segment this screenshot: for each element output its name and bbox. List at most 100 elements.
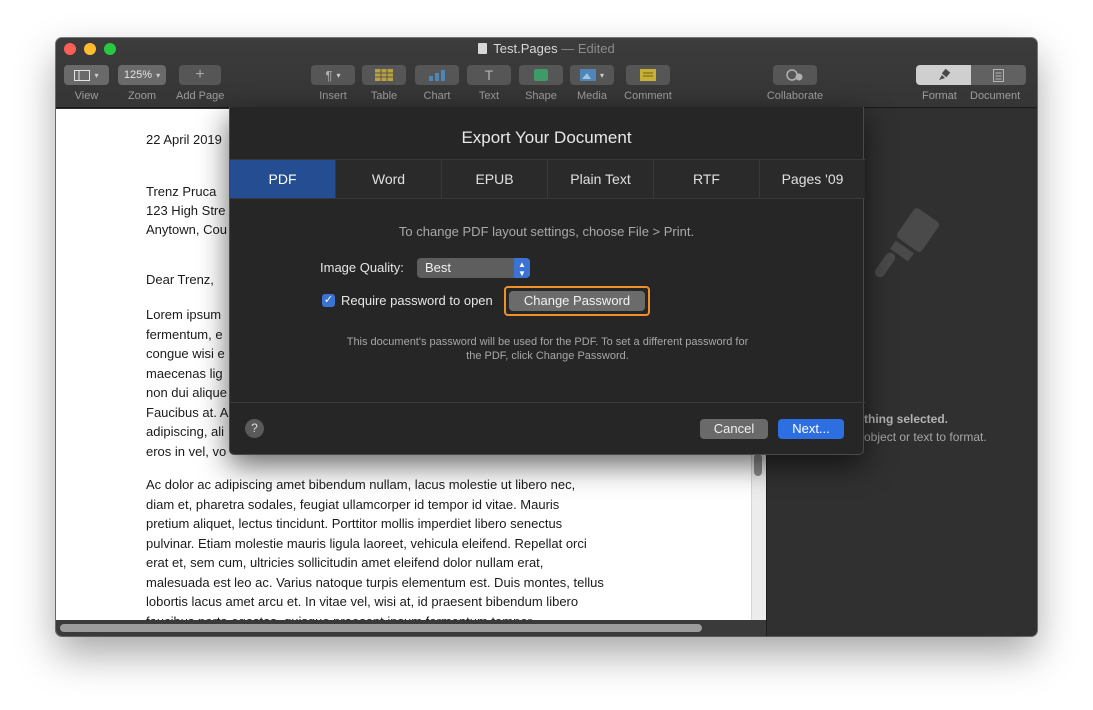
password-note-line-2: the PDF, click Change Password. bbox=[466, 350, 629, 362]
letter-address-line-1: Trenz Pruca bbox=[146, 184, 217, 199]
collaborate-label: Collaborate bbox=[766, 90, 824, 102]
chart-icon bbox=[429, 70, 445, 81]
password-note: This document's password will be used fo… bbox=[320, 335, 775, 363]
shape-icon bbox=[534, 69, 548, 81]
collaborate-button[interactable] bbox=[773, 65, 817, 85]
zoom-label: Zoom bbox=[127, 90, 157, 102]
collaborate-icon bbox=[786, 69, 803, 81]
horizontal-scrollbar-thumb[interactable] bbox=[60, 624, 702, 632]
text-line: fermentum, e bbox=[146, 326, 223, 342]
format-tab-button[interactable] bbox=[916, 65, 971, 85]
add-page-label: Add Page bbox=[176, 90, 225, 102]
nothing-selected-title: thing selected. bbox=[864, 412, 949, 426]
inspector-toggle bbox=[916, 65, 1026, 85]
password-note-line-1: This document's password will be used fo… bbox=[346, 336, 749, 348]
tab-plain-text[interactable]: Plain Text bbox=[548, 160, 654, 198]
document-icon bbox=[993, 68, 1004, 82]
next-button[interactable]: Next... bbox=[778, 419, 844, 439]
comment-label: Comment bbox=[624, 90, 672, 102]
zoom-value: 125% bbox=[123, 69, 153, 81]
toolbar-text[interactable]: T Text bbox=[467, 65, 511, 102]
toolbar-collaborate[interactable]: Collaborate bbox=[762, 65, 828, 102]
media-button[interactable]: ▾ bbox=[570, 65, 614, 85]
text-line: maecenas lig bbox=[146, 365, 223, 381]
chart-button[interactable] bbox=[415, 65, 459, 85]
letter-address-line-2: 123 High Stre bbox=[146, 203, 226, 218]
toolbar-chart[interactable]: Chart bbox=[415, 65, 459, 102]
toolbar-view[interactable]: ▾ View bbox=[64, 65, 109, 102]
shape-label: Shape bbox=[525, 90, 557, 102]
insert-label: Insert bbox=[319, 90, 347, 102]
chevron-down-icon: ▾ bbox=[94, 70, 99, 80]
text-line: pulvinar. Etiam molestie mauris ligula l… bbox=[146, 535, 587, 551]
dialog-divider bbox=[230, 402, 865, 403]
letter-date: 22 April 2019 bbox=[146, 132, 222, 147]
change-password-button[interactable]: Change Password bbox=[509, 291, 645, 311]
sidebar-icon bbox=[74, 69, 91, 81]
horizontal-scrollbar[interactable] bbox=[56, 620, 766, 636]
tab-word[interactable]: Word bbox=[336, 160, 442, 198]
require-password-label: Require password to open bbox=[341, 293, 493, 308]
document-tab-button[interactable] bbox=[971, 65, 1026, 85]
chart-label: Chart bbox=[423, 90, 451, 102]
help-button[interactable]: ? bbox=[245, 419, 264, 438]
toolbar-media[interactable]: ▾ Media bbox=[570, 65, 614, 102]
tab-rtf[interactable]: RTF bbox=[654, 160, 760, 198]
paintbrush-icon bbox=[874, 208, 940, 278]
toolbar-insert[interactable]: ¶ ▾ Insert bbox=[311, 65, 355, 102]
tab-pages-09[interactable]: Pages '09 bbox=[760, 160, 865, 198]
letter-paragraph-1: Lorem ipsum fermentum, e congue wisi e m… bbox=[146, 305, 228, 461]
text-line: adipiscing, ali bbox=[146, 424, 225, 439]
text-line: lobortis lacus amet arcu et. In vitae ve… bbox=[146, 594, 579, 609]
dialog-title: Export Your Document bbox=[461, 128, 632, 147]
tab-epub[interactable]: EPUB bbox=[442, 160, 548, 198]
export-dialog: Export Your Document PDF Word EPUB Plain… bbox=[229, 107, 865, 455]
text-line: diam et, pharetra sodales, feugiat ullam… bbox=[146, 496, 560, 512]
nothing-selected-hint: object or text to format. bbox=[864, 430, 987, 444]
checkmark-icon: ✓ bbox=[323, 294, 334, 306]
text-line: erat et, sem cum, ultricies sollicitudin… bbox=[146, 555, 544, 570]
window-title: Test.Pages — Edited bbox=[56, 41, 1037, 56]
letter-paragraph-2: Ac dolor ac adipiscing amet bibendum nul… bbox=[146, 475, 604, 631]
comment-icon bbox=[640, 69, 656, 81]
toolbar-comment[interactable]: Comment bbox=[623, 65, 673, 102]
add-page-button[interactable]: + bbox=[179, 65, 221, 85]
plus-icon: + bbox=[195, 66, 205, 83]
image-quality-select[interactable]: Best ▲ ▼ bbox=[417, 258, 530, 278]
text-line: eros in vel, vo bbox=[146, 443, 227, 459]
view-button[interactable]: ▾ bbox=[64, 65, 109, 85]
toolbar-add-page[interactable]: + Add Page bbox=[176, 65, 224, 102]
image-quality-value: Best bbox=[425, 260, 452, 275]
document-lock-icon bbox=[478, 43, 488, 54]
table-label: Table bbox=[370, 90, 398, 102]
toolbar-shape[interactable]: Shape bbox=[519, 65, 563, 102]
text-line: Lorem ipsum bbox=[146, 307, 222, 322]
paintbrush-icon bbox=[938, 69, 950, 80]
text-line: malesuada est leo ac. Varius natoque tur… bbox=[146, 574, 604, 590]
tab-pdf[interactable]: PDF bbox=[230, 160, 336, 198]
text-line: non dui alique bbox=[146, 385, 227, 400]
text-line: Faucibus at. A bbox=[146, 404, 229, 420]
document-label: Document bbox=[970, 90, 1021, 102]
zoom-select[interactable]: 125% ▾ bbox=[118, 65, 166, 85]
cancel-button[interactable]: Cancel bbox=[700, 419, 768, 439]
text-box-icon: T bbox=[484, 67, 494, 83]
comment-button[interactable] bbox=[626, 65, 670, 85]
layout-hint: To change PDF layout settings, choose Fi… bbox=[398, 224, 695, 239]
view-label: View bbox=[74, 90, 99, 102]
chevron-down-icon: ▾ bbox=[156, 70, 161, 80]
vertical-scrollbar-thumb[interactable] bbox=[754, 454, 762, 476]
chevron-down-icon: ▾ bbox=[599, 70, 604, 80]
toolbar-table[interactable]: Table bbox=[362, 65, 406, 102]
insert-button[interactable]: ¶ ▾ bbox=[311, 65, 355, 85]
shape-button[interactable] bbox=[519, 65, 563, 85]
text-line: pretium aliquet, lectus tincidunt. Portt… bbox=[146, 516, 563, 531]
toolbar-zoom[interactable]: 125% ▾ Zoom bbox=[118, 65, 166, 102]
image-icon bbox=[579, 69, 596, 81]
text-button[interactable]: T bbox=[467, 65, 511, 85]
require-password-checkbox[interactable]: ✓ bbox=[322, 294, 335, 307]
text-label: Text bbox=[478, 90, 500, 102]
table-button[interactable] bbox=[362, 65, 406, 85]
pages-window: Test.Pages — Edited ▾ View 125% ▾ Zoom + … bbox=[56, 38, 1037, 636]
table-icon bbox=[375, 69, 393, 81]
